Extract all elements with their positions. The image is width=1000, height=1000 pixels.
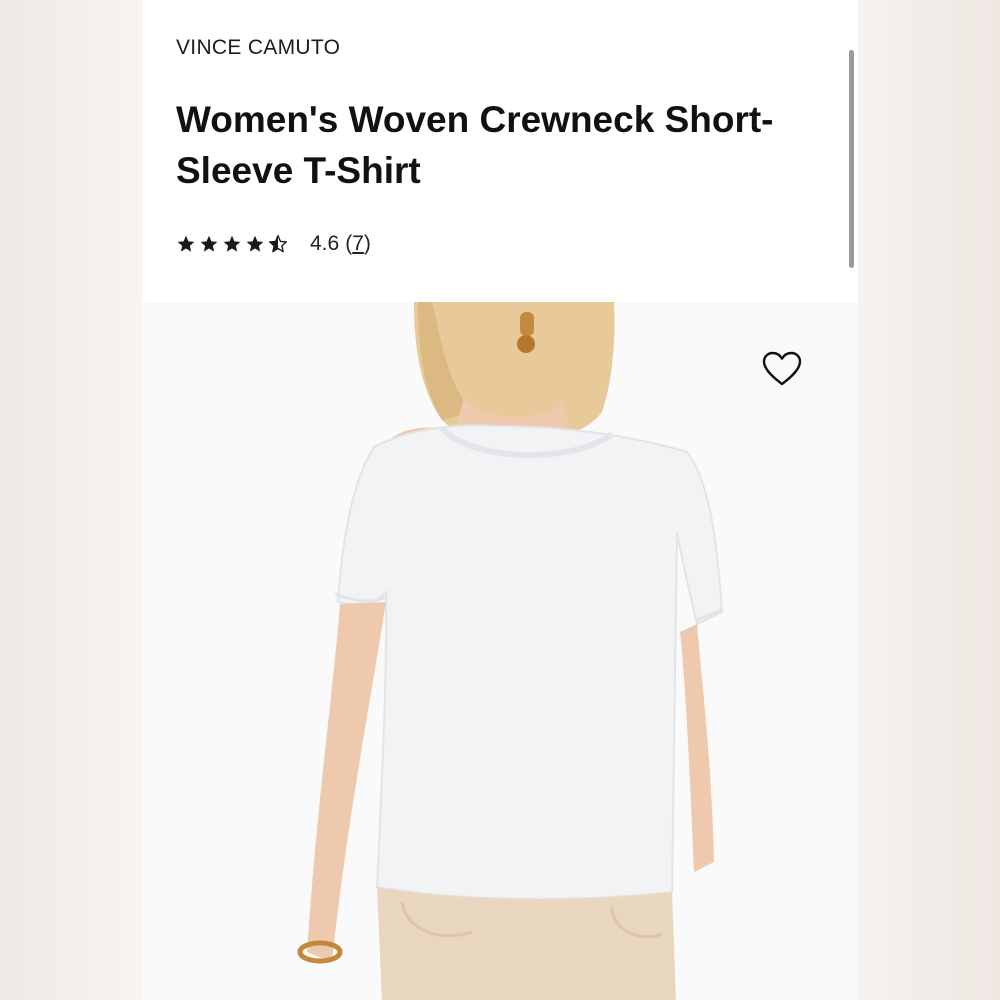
review-count-link[interactable]: 7 [352, 232, 364, 256]
rating-count-open: ( [345, 232, 353, 255]
star-full-icon [200, 235, 218, 252]
star-full-icon [246, 235, 264, 252]
heart-outline-icon [762, 351, 802, 386]
blurred-background-right [858, 0, 1000, 1000]
product-title: Women's Woven Crewneck Short-Sleeve T-Sh… [176, 99, 774, 191]
rating-row[interactable]: 4.6 (7) [176, 228, 371, 260]
model-back-view-image [142, 302, 858, 1000]
rating-count-close: ) [363, 232, 371, 255]
product-image[interactable] [142, 302, 858, 1000]
wishlist-button[interactable] [758, 345, 806, 393]
star-half-icon [269, 235, 287, 253]
blurred-background-left [0, 0, 142, 1000]
scrollbar-thumb[interactable] [849, 50, 854, 268]
product-panel: VINCE CAMUTO Women's Woven Crewneck Shor… [142, 0, 858, 1000]
star-full-icon [223, 235, 241, 252]
star-rating [176, 234, 288, 254]
brand-name[interactable]: VINCE CAMUTO [176, 36, 340, 60]
star-full-icon [177, 235, 195, 252]
rating-value: 4.6 [310, 232, 340, 255]
